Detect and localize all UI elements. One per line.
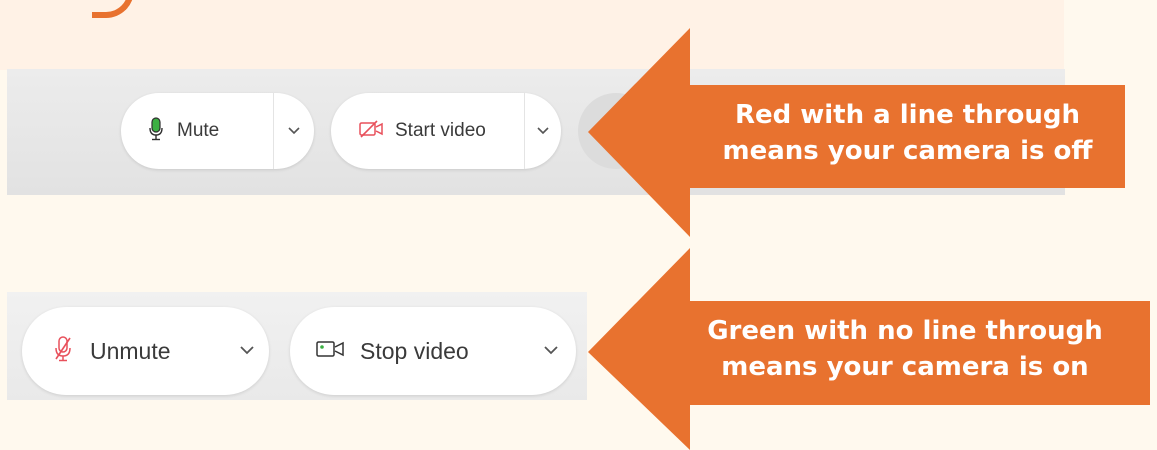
callout-off-line1: Red with a line through <box>734 100 1081 130</box>
callout-text-off: Red with a line through means your camer… <box>690 97 1125 169</box>
callout-on-line2: means your camera is on <box>721 352 1089 382</box>
callout-on-line1: Green with no line through <box>707 316 1103 346</box>
callout-off-line2: means your camera is off <box>722 136 1093 166</box>
callout-text-on: Green with no line through means your ca… <box>660 313 1150 385</box>
